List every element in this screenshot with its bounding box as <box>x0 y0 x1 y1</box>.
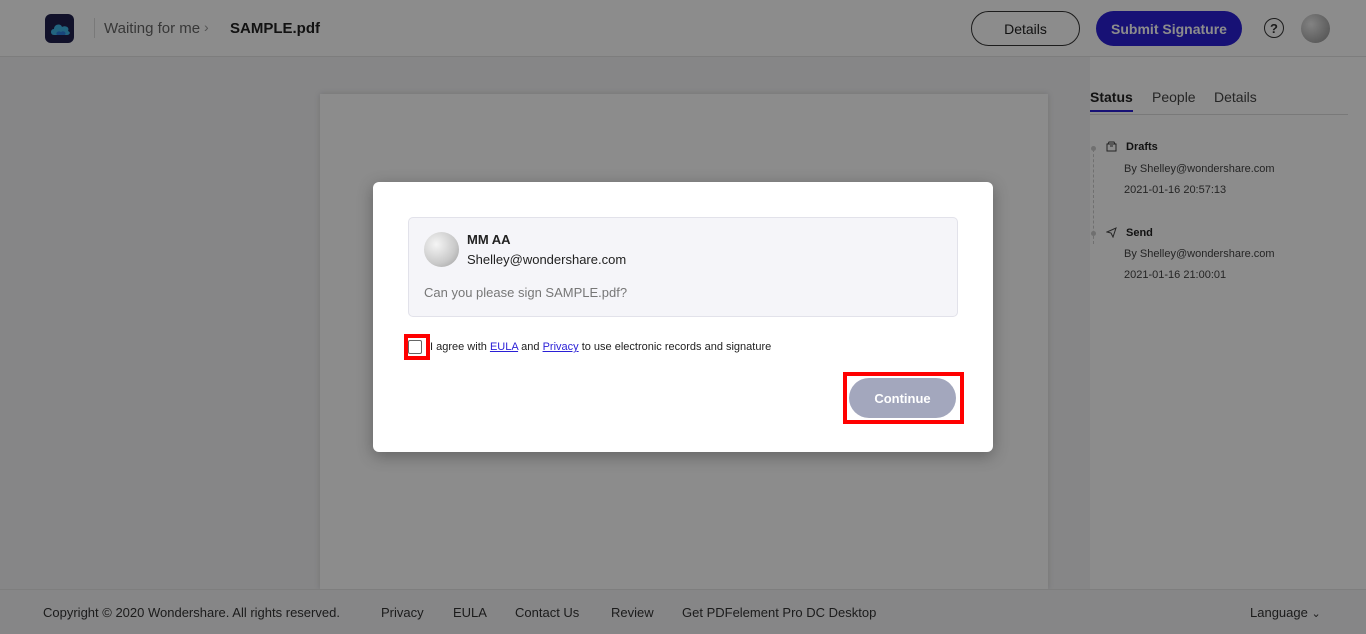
eula-link[interactable]: EULA <box>490 341 518 353</box>
agreement-text: I agree with EULA and Privacy to use ele… <box>430 341 771 353</box>
sender-message-card: MM AA Shelley@wondershare.com Can you pl… <box>408 217 958 317</box>
continue-highlight <box>843 372 964 424</box>
sender-name: MM AA <box>467 232 511 247</box>
agree-suffix: to use electronic records and signature <box>581 341 772 353</box>
agree-and: and <box>521 341 540 353</box>
sender-message: Can you please sign SAMPLE.pdf? <box>424 285 628 300</box>
checkbox-highlight <box>404 334 430 360</box>
sender-email: Shelley@wondershare.com <box>467 252 627 267</box>
agreement-dialog: MM AA Shelley@wondershare.com Can you pl… <box>373 182 993 452</box>
agree-prefix: I agree with <box>430 341 487 353</box>
privacy-link[interactable]: Privacy <box>543 341 579 353</box>
sender-avatar <box>424 232 459 267</box>
